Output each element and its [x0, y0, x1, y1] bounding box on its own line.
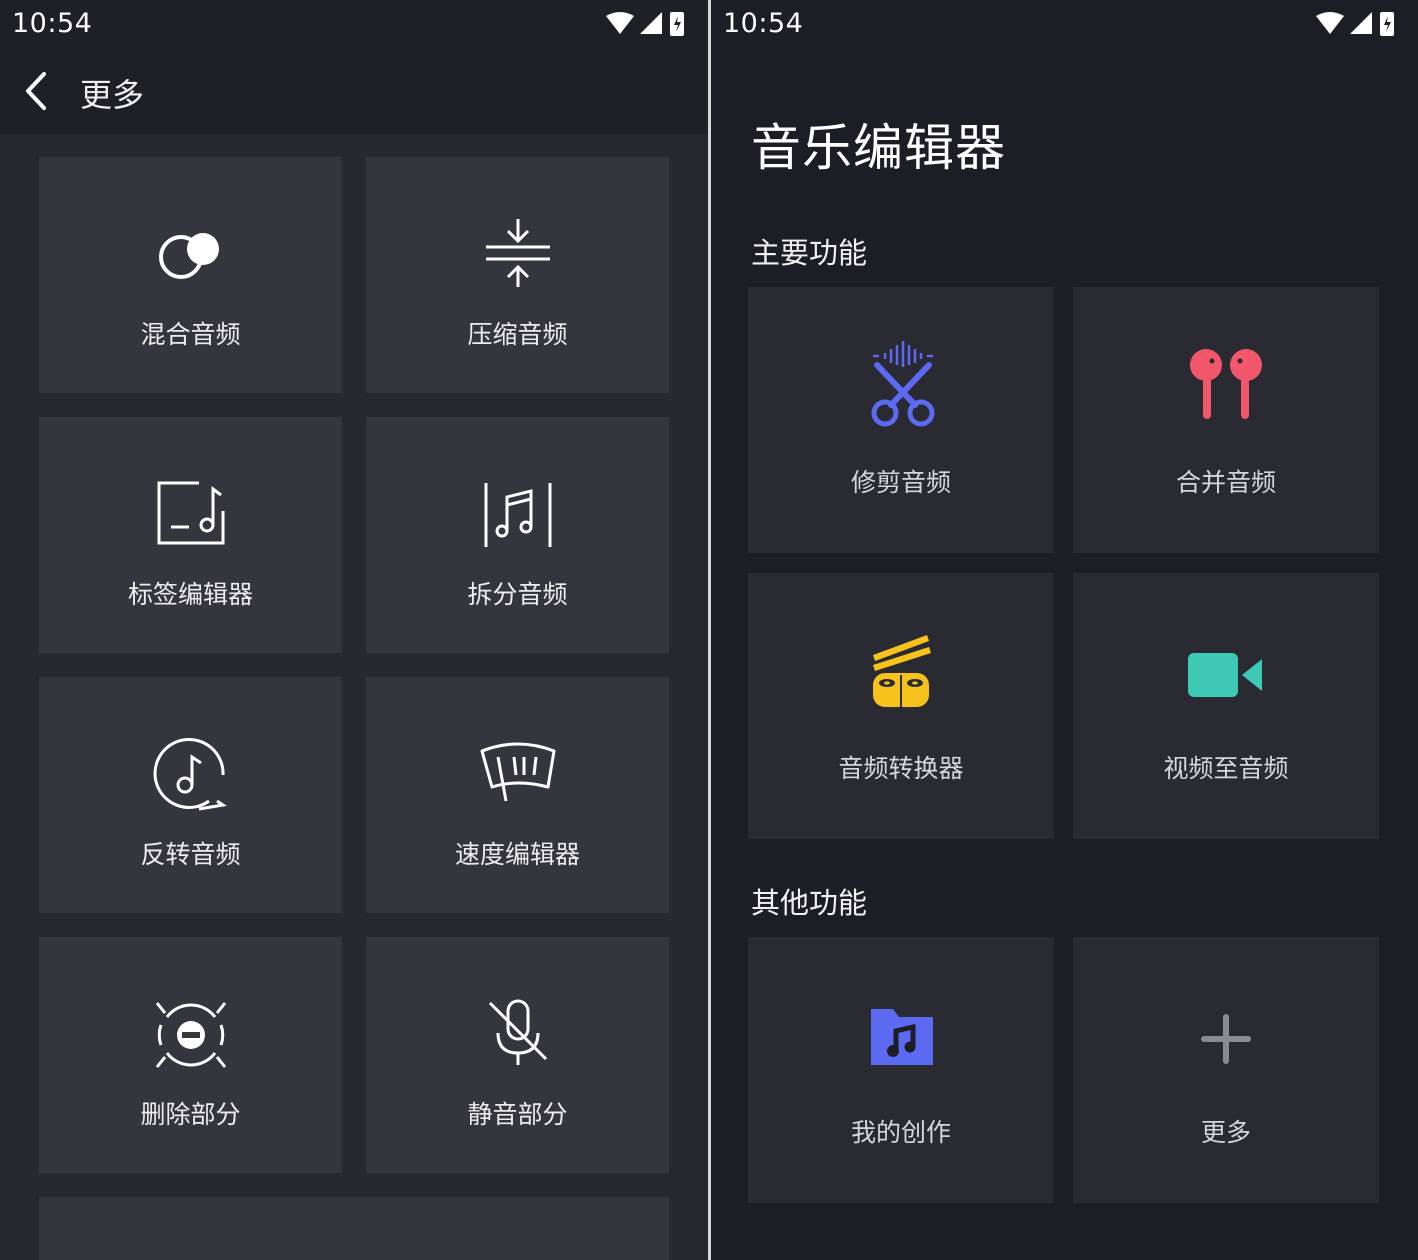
page-title: 更多 [80, 76, 145, 114]
video-camera-icon [1188, 653, 1262, 697]
tile-speed-editor[interactable]: 速度编辑器 [366, 677, 669, 913]
tile-tag-editor[interactable]: 标签编辑器 [39, 417, 342, 653]
plus-icon [1201, 1014, 1251, 1064]
tile-label: 压缩音频 [467, 320, 568, 349]
tile-delete-part[interactable]: 删除部分 [39, 937, 342, 1173]
other-section-title: 其他功能 [751, 886, 868, 920]
signal-icon [1350, 12, 1372, 34]
tile-label: 合并音频 [1175, 468, 1276, 497]
status-bar: 10:54 [0, 0, 708, 48]
tile-reverse-audio[interactable]: 反转音频 [39, 677, 342, 913]
status-icons [1316, 12, 1394, 36]
wifi-icon [606, 12, 634, 34]
delete-part-icon [155, 1002, 226, 1068]
tile-label: 音频转换器 [838, 754, 964, 783]
tile-label: 拆分音频 [467, 580, 568, 609]
status-time: 10:54 [723, 8, 804, 39]
tile-my-creations[interactable]: 我的创作 [748, 937, 1054, 1203]
more-header: 10:54 更多 [0, 0, 708, 134]
tile-label: 反转音频 [140, 840, 241, 869]
earbuds-icon [1190, 349, 1262, 419]
tag-editor-icon [157, 481, 224, 545]
tile-audio-converter[interactable]: 音频转换器 [748, 573, 1054, 839]
wifi-icon [1316, 12, 1344, 34]
tile-compress-audio[interactable]: 压缩音频 [366, 157, 669, 393]
compress-audio-icon [485, 219, 550, 287]
signal-icon [640, 12, 662, 34]
back-button[interactable] [20, 70, 54, 112]
mix-audio-icon [158, 233, 219, 279]
tile-label: 修剪音频 [850, 468, 951, 497]
tile-more[interactable]: 更多 [1073, 937, 1379, 1203]
music-folder-icon [871, 1009, 933, 1065]
app-title: 音乐编辑器 [751, 119, 1006, 177]
tile-trim-audio[interactable]: 修剪音频 [748, 287, 1054, 553]
status-time: 10:54 [12, 8, 93, 39]
mute-part-icon [488, 999, 547, 1065]
home-screen: 10:54 音乐编辑器 主要功能 修剪音频 合并音频 音频转换器 视频至音频 其… [711, 0, 1418, 1260]
converter-icon [873, 635, 931, 707]
split-audio-icon [484, 483, 551, 547]
tile-partial[interactable] [39, 1197, 669, 1260]
main-section-title: 主要功能 [751, 236, 868, 270]
scissors-icon [871, 341, 935, 427]
tile-label: 混合音频 [140, 320, 241, 349]
tile-label: 速度编辑器 [454, 840, 580, 869]
more-screen: 10:54 更多 混合音频 压缩音频 标签编辑器 拆分音频 反转音频 速度编辑器… [0, 0, 708, 1260]
reverse-audio-icon [153, 738, 227, 811]
tile-label: 删除部分 [140, 1100, 241, 1129]
tile-mute-part[interactable]: 静音部分 [366, 937, 669, 1173]
tile-split-audio[interactable]: 拆分音频 [366, 417, 669, 653]
tile-label: 静音部分 [467, 1100, 568, 1129]
status-icons [606, 12, 684, 36]
tile-label: 我的创作 [850, 1118, 951, 1147]
speed-editor-icon [480, 742, 555, 802]
tile-merge-audio[interactable]: 合并音频 [1073, 287, 1379, 553]
tile-video-to-audio[interactable]: 视频至音频 [1073, 573, 1379, 839]
tile-label: 标签编辑器 [127, 580, 253, 609]
tile-label: 更多 [1200, 1118, 1251, 1147]
tile-label: 视频至音频 [1163, 754, 1289, 783]
status-bar: 10:54 [711, 0, 1418, 48]
tile-mix-audio[interactable]: 混合音频 [39, 157, 342, 393]
